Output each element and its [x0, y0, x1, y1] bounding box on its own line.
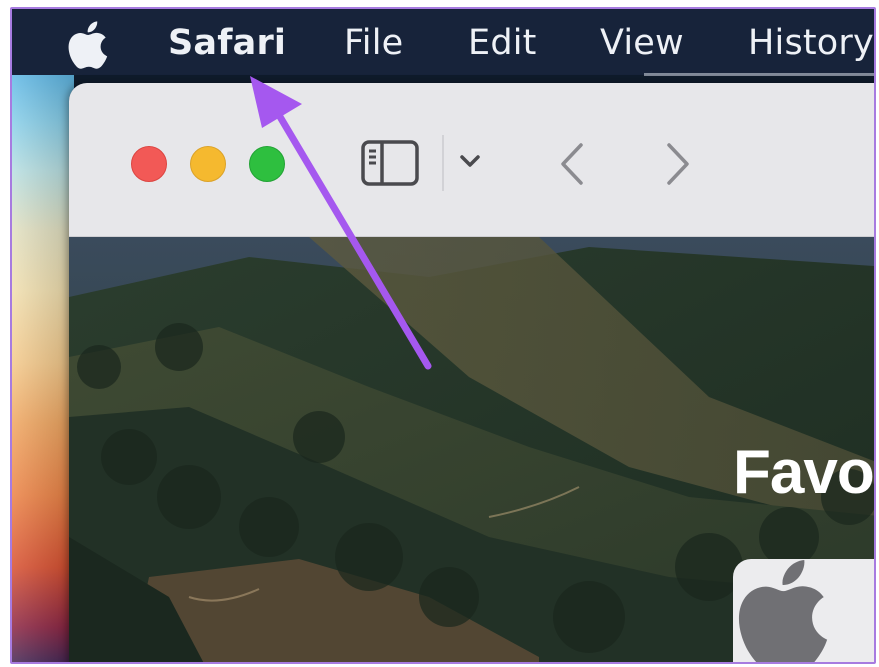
start-page-background: Favo: [69, 237, 874, 662]
chevron-left-icon[interactable]: [555, 139, 591, 189]
menu-bar: Safari File Edit View History: [12, 9, 874, 76]
toolbar-divider: [442, 135, 444, 191]
apple-logo-icon: [738, 560, 828, 662]
sidebar-icon[interactable]: [361, 140, 419, 186]
desktop-wallpaper: [12, 75, 74, 662]
close-window-button[interactable]: [131, 146, 167, 182]
menu-history[interactable]: History: [748, 21, 874, 65]
screenshot-frame: Safari File Edit View History Favo: [10, 7, 876, 664]
zoom-window-button[interactable]: [249, 146, 285, 182]
minimize-window-button[interactable]: [190, 146, 226, 182]
menu-edit[interactable]: Edit: [468, 21, 537, 65]
chevron-down-icon[interactable]: [457, 149, 483, 173]
safari-window: Favo: [69, 83, 874, 662]
window-toolbar: [69, 83, 874, 237]
menu-safari[interactable]: Safari: [168, 21, 286, 65]
favorites-heading: Favo: [733, 438, 874, 507]
favorite-tile-apple[interactable]: [733, 559, 874, 662]
menu-view[interactable]: View: [600, 21, 684, 65]
apple-logo-icon[interactable]: [66, 21, 108, 69]
chevron-right-icon[interactable]: [659, 139, 695, 189]
menu-highlight-line: [644, 73, 874, 76]
menu-file[interactable]: File: [344, 21, 403, 65]
